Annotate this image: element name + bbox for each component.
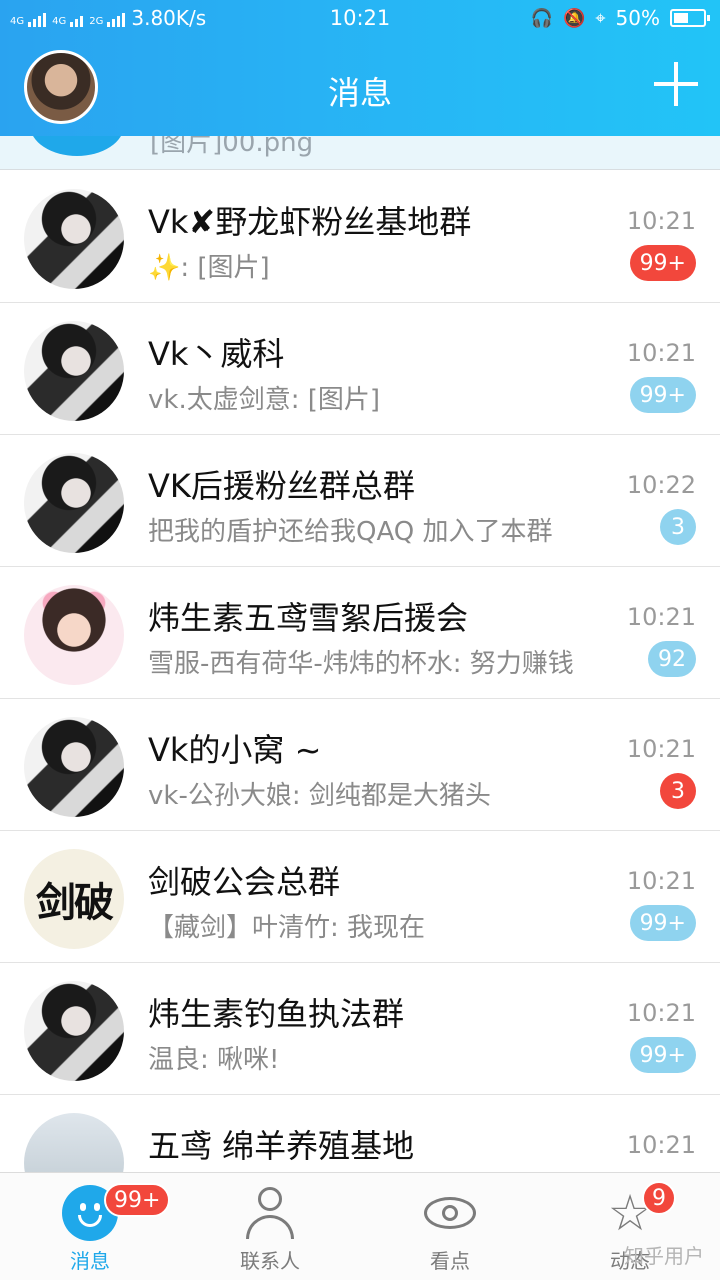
anime-avatar xyxy=(24,453,124,553)
list-item-title: VK后援粉丝群总群 xyxy=(148,467,415,505)
unread-badge: 99+ xyxy=(629,377,696,413)
list-item[interactable]: 剑破 剑破公会总群【藏剑】叶清竹: 我现在 10:21 99+ xyxy=(0,831,720,963)
partial-list-item[interactable]: [图片]00.png xyxy=(0,136,720,170)
location-icon: ⌖ xyxy=(595,7,606,29)
unread-badge: 99+ xyxy=(629,905,696,941)
list-item-title: Vk丶威科 xyxy=(148,335,285,373)
list-item-time: 10:21 xyxy=(626,1131,696,1159)
anime-avatar xyxy=(24,189,124,289)
tab-label: 看点 xyxy=(430,1249,470,1273)
calligraphy-avatar: 剑破 xyxy=(24,849,124,949)
list-item-message: vk.太虚剑意: [图片] xyxy=(148,385,381,415)
list-item-message: 把我的盾护还给我QAQ 加入了本群 xyxy=(148,517,553,547)
unread-badge: 3 xyxy=(660,509,696,545)
list-item-message: [图片]00.png xyxy=(150,136,314,158)
alarm-off-icon: 🔕 xyxy=(562,7,586,29)
list-item-time: 10:21 xyxy=(626,603,696,631)
girl-avatar xyxy=(24,585,124,685)
list-item[interactable]: Vk丶威科 vk.太虚剑意: [图片] 10:21 99+ xyxy=(0,303,720,435)
unread-badge: 92 xyxy=(648,641,696,677)
list-item-title: Vk✘野龙虾粉丝基地群 xyxy=(148,203,472,241)
list-item-time: 10:21 xyxy=(626,207,696,235)
tab-badge: 99+ xyxy=(104,1183,171,1217)
list-item-title: 剑破公会总群 xyxy=(148,863,341,901)
battery-percent: 50% xyxy=(615,6,660,30)
anime-avatar xyxy=(24,321,124,421)
tab-messages[interactable]: 99+ 消息 xyxy=(0,1173,180,1280)
list-item-time: 10:22 xyxy=(626,471,696,499)
watermark: 知乎用户 xyxy=(624,1244,704,1268)
battery-fill xyxy=(674,13,688,23)
list-item-message: 雪服-西有荷华-炜炜的杯水: 努力赚钱 xyxy=(148,649,574,679)
status-right: 🎧 🔕 ⌖ 50% xyxy=(530,6,710,30)
list-item-time: 10:21 xyxy=(626,867,696,895)
eye-icon xyxy=(422,1185,478,1241)
anime-avatar xyxy=(24,717,124,817)
contacts-icon xyxy=(242,1185,298,1241)
list-item-time: 10:21 xyxy=(626,999,696,1027)
list-item-time: 10:21 xyxy=(626,735,696,763)
list-item-title: 炜生素五鸢雪絮后援会 xyxy=(148,599,469,637)
list-item[interactable]: 炜生素五鸢雪絮后援会雪服-西有荷华-炜炜的杯水: 努力赚钱 10:21 92 xyxy=(0,567,720,699)
headset-icon: 🎧 xyxy=(530,7,553,29)
anime-avatar xyxy=(24,981,124,1081)
status-bar: 4G 4G 2G 3.80K/s 10:21 🎧 🔕 ⌖ 50% xyxy=(0,0,720,40)
avatar xyxy=(30,136,124,156)
list-item-title: 炜生素钓鱼执法群 xyxy=(148,995,405,1033)
list-item[interactable]: VK后援粉丝群总群把我的盾护还给我QAQ 加入了本群 10:22 3 xyxy=(0,435,720,567)
list-item[interactable]: 炜生素钓鱼执法群温良: 啾咪! 10:21 99+ xyxy=(0,963,720,1095)
list-item-message: 【藏剑】叶清竹: 我现在 xyxy=(148,913,426,943)
tab-contacts[interactable]: 联系人 xyxy=(180,1173,360,1280)
list-item-message: ✨: [图片] xyxy=(148,253,270,283)
tab-badge: 9 xyxy=(642,1181,676,1215)
list-item-message: vk-公孙大娘: 剑纯都是大猪头 xyxy=(148,781,491,811)
list-item-time: 10:21 xyxy=(626,339,696,367)
unread-badge: 99+ xyxy=(629,1037,696,1073)
list-item-title: 五鸢 绵羊养殖基地 xyxy=(148,1127,415,1165)
list-item-message: 温良: 啾咪! xyxy=(148,1045,280,1075)
tab-discover[interactable]: 看点 xyxy=(360,1173,540,1280)
conversation-list: Vk✘野龙虾粉丝基地群 ✨: [图片] 10:21 99+ Vk丶威科 vk.太虚剑意: … xyxy=(0,171,720,1227)
tab-label: 消息 xyxy=(70,1249,110,1273)
list-item[interactable]: Vk的小窝 ~ vk-公孙大娘: 剑纯都是大猪头 10:21 3 xyxy=(0,699,720,831)
unread-badge: 99+ xyxy=(629,245,696,281)
unread-badge: 3 xyxy=(660,773,696,809)
add-plus-icon[interactable] xyxy=(654,62,698,106)
page-title: 消息 xyxy=(327,74,392,112)
top-header: 4G 4G 2G 3.80K/s 10:21 🎧 🔕 ⌖ 50% 消息 xyxy=(0,0,720,136)
battery-icon xyxy=(670,9,710,27)
tab-label: 联系人 xyxy=(240,1249,300,1273)
list-item-title: Vk的小窝 ~ xyxy=(148,731,322,769)
list-item[interactable]: Vk✘野龙虾粉丝基地群 ✨: [图片] 10:21 99+ xyxy=(0,171,720,303)
bottom-tab-bar: 99+ 消息 联系人 看点 ☆ 9 动态 xyxy=(0,1172,720,1280)
